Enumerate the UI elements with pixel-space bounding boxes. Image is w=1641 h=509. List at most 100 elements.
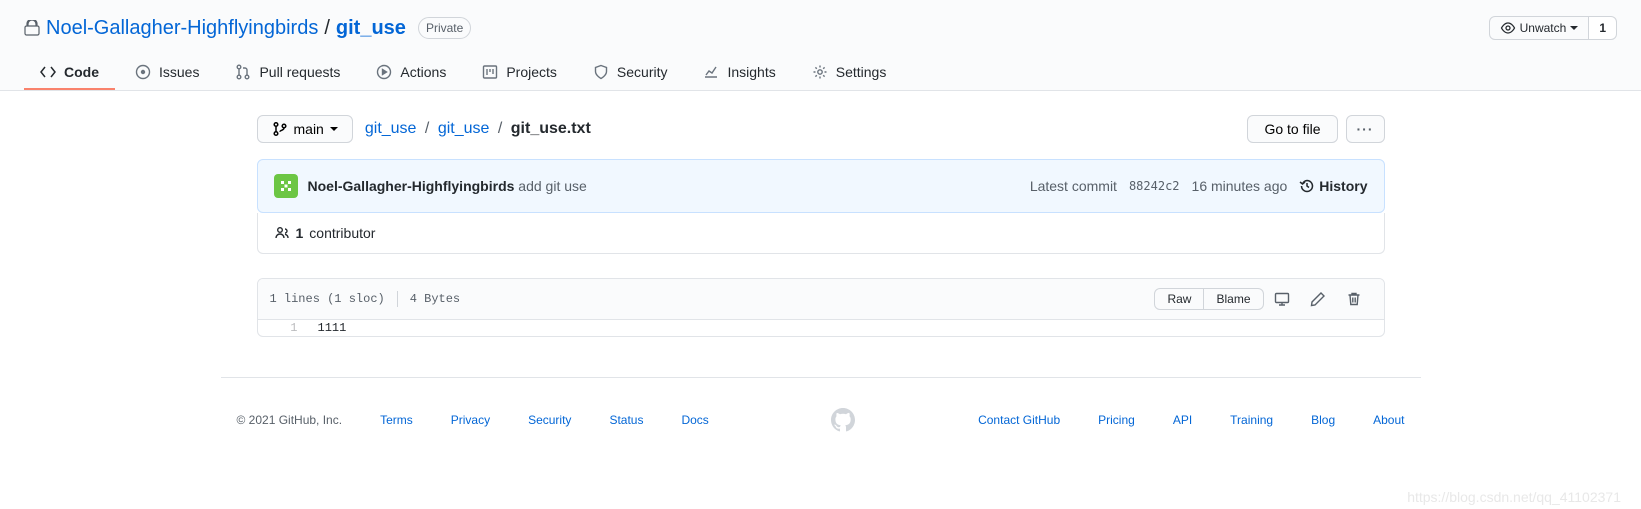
- file-bytes-info: 4 Bytes: [410, 292, 460, 306]
- go-to-file-button[interactable]: Go to file: [1247, 115, 1337, 143]
- repo-title-row: Noel-Gallagher-Highflyingbirds / git_use…: [24, 16, 1617, 40]
- tab-issues[interactable]: Issues: [119, 56, 215, 90]
- watch-count[interactable]: 1: [1589, 16, 1617, 40]
- branch-icon: [272, 121, 288, 137]
- footer-training[interactable]: Training: [1230, 413, 1273, 427]
- file-nav-row: main git_use / git_use / git_use.txt Go …: [257, 115, 1385, 143]
- breadcrumb-file: git_use.txt: [511, 120, 591, 137]
- footer-pricing[interactable]: Pricing: [1098, 413, 1135, 427]
- people-icon: [274, 225, 290, 241]
- footer-docs[interactable]: Docs: [681, 413, 708, 427]
- tab-code[interactable]: Code: [24, 56, 115, 90]
- tab-actions[interactable]: Actions: [360, 56, 462, 90]
- branch-name: main: [294, 121, 324, 137]
- repo-header: Noel-Gallagher-Highflyingbirds / git_use…: [0, 0, 1641, 91]
- unwatch-button[interactable]: Unwatch: [1489, 16, 1590, 40]
- code-icon: [40, 64, 56, 80]
- commit-author[interactable]: Noel-Gallagher-Highflyingbirds: [308, 178, 515, 194]
- breadcrumb-root[interactable]: git_use: [365, 120, 417, 137]
- blame-button[interactable]: Blame: [1204, 288, 1263, 310]
- tab-label: Actions: [400, 64, 446, 80]
- raw-blame-group: Raw Blame: [1154, 288, 1263, 310]
- main-content: main git_use / git_use / git_use.txt Go …: [241, 115, 1401, 337]
- copyright: © 2021 GitHub, Inc.: [237, 413, 343, 427]
- tab-label: Issues: [159, 64, 199, 80]
- tab-label: Insights: [727, 64, 775, 80]
- gear-icon: [812, 64, 828, 80]
- branch-select-button[interactable]: main: [257, 115, 353, 143]
- code-line: 1 1111: [258, 320, 1384, 336]
- breadcrumb-dir[interactable]: git_use: [438, 120, 490, 137]
- watch-group: Unwatch 1: [1489, 16, 1617, 40]
- delete-button[interactable]: [1336, 287, 1372, 311]
- tab-insights[interactable]: Insights: [687, 56, 791, 90]
- tab-label: Settings: [836, 64, 887, 80]
- repo-link[interactable]: git_use: [336, 17, 406, 40]
- commit-time[interactable]: 16 minutes ago: [1192, 178, 1288, 194]
- more-options-button[interactable]: ···: [1346, 115, 1385, 143]
- repo-title: Noel-Gallagher-Highflyingbirds / git_use…: [24, 17, 471, 40]
- file-actions: Raw Blame: [1154, 287, 1371, 311]
- footer-security[interactable]: Security: [528, 413, 571, 427]
- caret-down-icon: [330, 125, 338, 133]
- raw-button[interactable]: Raw: [1154, 288, 1204, 310]
- contributor-count: 1: [296, 225, 304, 241]
- line-content: 1111: [308, 320, 357, 336]
- commit-message[interactable]: add git use: [518, 178, 587, 194]
- footer: © 2021 GitHub, Inc. Terms Privacy Securi…: [221, 377, 1421, 452]
- footer-about[interactable]: About: [1373, 413, 1404, 427]
- tab-security[interactable]: Security: [577, 56, 684, 90]
- file-nav-left: main git_use / git_use / git_use.txt: [257, 115, 591, 143]
- edit-button[interactable]: [1300, 287, 1336, 311]
- contributors-box: 1 contributor: [257, 213, 1385, 254]
- repo-tabs: Code Issues Pull requests Actions Projec…: [24, 56, 1617, 90]
- pencil-icon: [1310, 291, 1326, 307]
- footer-contact[interactable]: Contact GitHub: [978, 413, 1060, 427]
- tab-projects[interactable]: Projects: [466, 56, 573, 90]
- desktop-button[interactable]: [1264, 287, 1300, 311]
- history-label: History: [1319, 178, 1367, 194]
- project-icon: [482, 64, 498, 80]
- file-info: 1 lines (1 sloc) 4 Bytes: [270, 291, 461, 307]
- trash-icon: [1346, 291, 1362, 307]
- commit-box: Noel-Gallagher-Highflyingbirds add git u…: [257, 159, 1385, 213]
- footer-privacy[interactable]: Privacy: [451, 413, 490, 427]
- history-icon: [1299, 178, 1315, 194]
- issue-icon: [135, 64, 151, 80]
- tab-label: Code: [64, 64, 99, 80]
- divider: [397, 291, 398, 307]
- footer-terms[interactable]: Terms: [380, 413, 413, 427]
- footer-right: Contact GitHub Pricing API Training Blog…: [978, 413, 1404, 427]
- commit-row: Noel-Gallagher-Highflyingbirds add git u…: [258, 160, 1384, 212]
- file-box: 1 lines (1 sloc) 4 Bytes Raw Blame: [257, 278, 1385, 337]
- breadcrumb-sep: /: [494, 120, 506, 137]
- tab-pull-requests[interactable]: Pull requests: [219, 56, 356, 90]
- github-logo-icon[interactable]: [831, 408, 855, 432]
- contributor-label: contributor: [309, 225, 375, 241]
- footer-status[interactable]: Status: [609, 413, 643, 427]
- file-header: 1 lines (1 sloc) 4 Bytes Raw Blame: [258, 279, 1384, 320]
- latest-commit-label: Latest commit: [1030, 178, 1117, 194]
- pr-icon: [235, 64, 251, 80]
- breadcrumb-sep: /: [421, 120, 433, 137]
- play-icon: [376, 64, 392, 80]
- commit-sha[interactable]: 88242c2: [1129, 179, 1180, 193]
- tab-settings[interactable]: Settings: [796, 56, 903, 90]
- graph-icon: [703, 64, 719, 80]
- line-number[interactable]: 1: [258, 320, 308, 336]
- footer-blog[interactable]: Blog: [1311, 413, 1335, 427]
- avatar[interactable]: [274, 174, 298, 198]
- visibility-badge: Private: [418, 17, 471, 39]
- footer-api[interactable]: API: [1173, 413, 1192, 427]
- tab-label: Pull requests: [259, 64, 340, 80]
- file-lines-info: 1 lines (1 sloc): [270, 292, 385, 306]
- footer-left: © 2021 GitHub, Inc. Terms Privacy Securi…: [237, 413, 709, 427]
- history-link[interactable]: History: [1299, 178, 1367, 194]
- tab-label: Projects: [506, 64, 557, 80]
- watermark: https://blog.csdn.net/qq_41102371: [1407, 489, 1621, 505]
- commit-right: Latest commit 88242c2 16 minutes ago His…: [1030, 178, 1368, 194]
- file-nav-right: Go to file ···: [1247, 115, 1384, 143]
- owner-link[interactable]: Noel-Gallagher-Highflyingbirds: [46, 17, 318, 40]
- tab-label: Security: [617, 64, 668, 80]
- desktop-icon: [1274, 291, 1290, 307]
